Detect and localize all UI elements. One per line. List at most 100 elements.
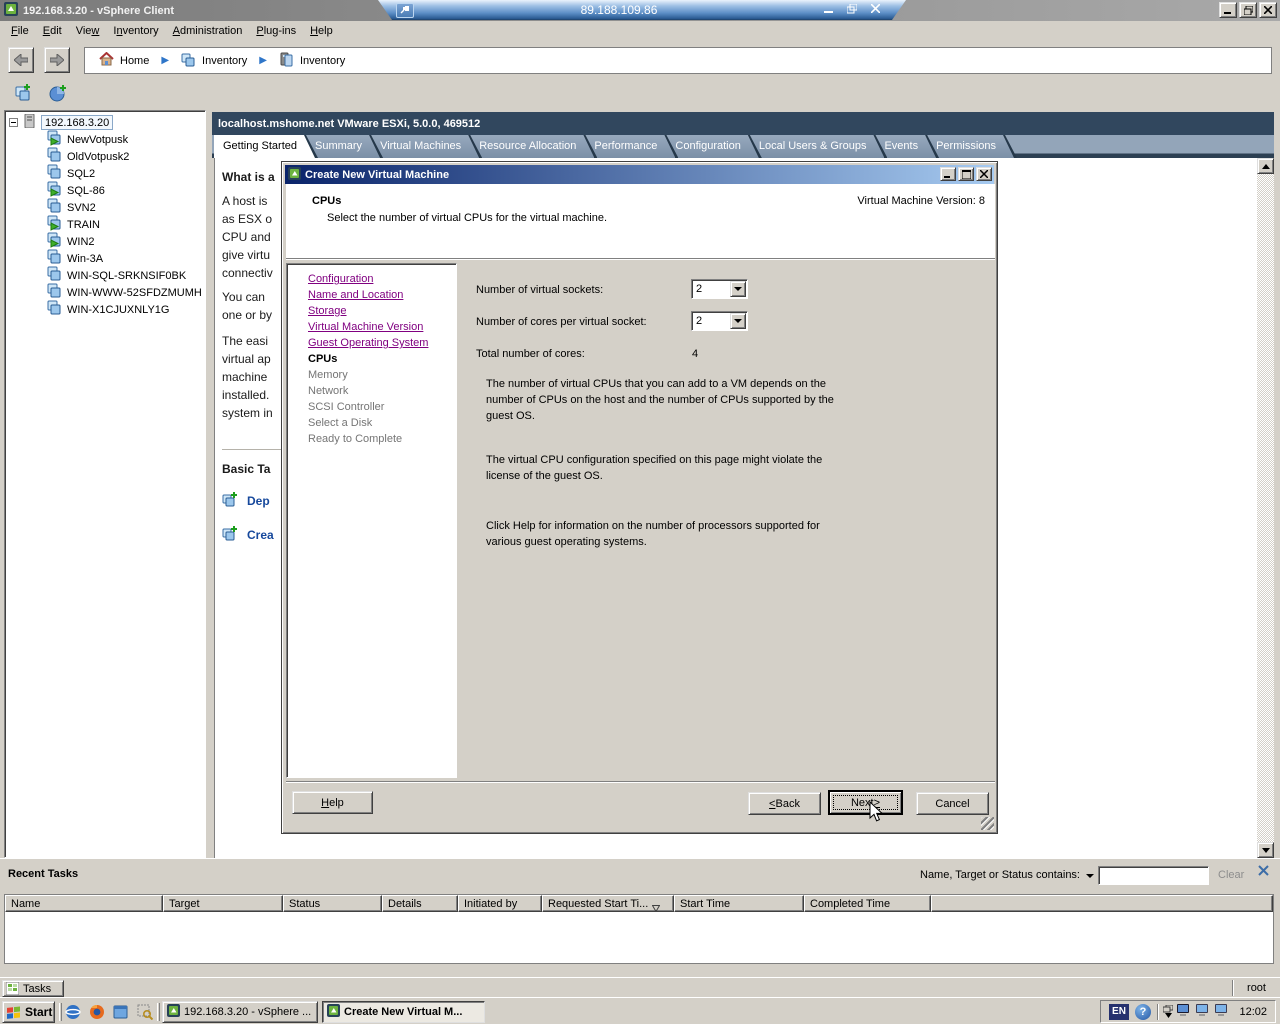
tree-item-win2[interactable]: WIN2 xyxy=(5,232,205,250)
toolbar-grip[interactable] xyxy=(157,1003,160,1021)
hidden-icons-chevron[interactable] xyxy=(1163,1005,1173,1018)
tab-configuration[interactable]: Configuration xyxy=(666,135,761,158)
dialog-close-icon[interactable] xyxy=(976,167,992,181)
menu-item-plug-ins[interactable]: Plug-ins xyxy=(249,23,303,39)
network-status-icon[interactable] xyxy=(1194,1003,1211,1021)
network-status-icon[interactable] xyxy=(1175,1003,1192,1021)
rdp-minimize-icon[interactable] xyxy=(824,4,833,17)
toolbar-grip[interactable] xyxy=(59,1003,62,1021)
menu-item-edit[interactable]: Edit xyxy=(36,23,69,39)
breadcrumb-item-inventory-1[interactable]: Inventory xyxy=(177,52,251,70)
minimize-icon[interactable] xyxy=(1219,2,1237,18)
tree-item-win-3a[interactable]: Win-3A xyxy=(5,249,205,267)
taskbar-window-create-new-virtual-m[interactable]: Create New Virtual M... xyxy=(322,1001,485,1023)
tasks-button[interactable]: Tasks xyxy=(2,980,64,997)
basic-task-link-1[interactable]: Crea xyxy=(222,525,282,544)
wizard-step-storage[interactable]: Storage xyxy=(308,303,456,319)
resize-grip[interactable] xyxy=(981,817,994,830)
breadcrumb-item-inventory-2[interactable]: Inventory xyxy=(275,52,349,70)
tab-resource-allocation[interactable]: Resource Allocation xyxy=(470,135,597,158)
tree-item-svn2[interactable]: SVN2 xyxy=(5,198,205,216)
clear-filter-button[interactable]: Clear xyxy=(1218,869,1244,881)
dialog-header: CPUs Select the number of virtual CPUs f… xyxy=(286,184,995,259)
chevron-down-icon[interactable] xyxy=(1086,874,1094,878)
column-label: Target xyxy=(169,897,200,910)
start-button[interactable]: Start xyxy=(2,1001,55,1023)
breadcrumb-item-home-0[interactable]: Home xyxy=(95,51,153,69)
network-status-icon[interactable] xyxy=(1213,1003,1230,1021)
tree-item-host[interactable]: 192.168.3.20 xyxy=(5,113,205,131)
pin-icon[interactable] xyxy=(396,3,414,18)
menu-item-help[interactable]: Help xyxy=(303,23,340,39)
tree-item-sql2[interactable]: SQL2 xyxy=(5,164,205,182)
tab-getting-started[interactable]: Getting Started xyxy=(214,135,318,158)
dialog-minimize-icon[interactable] xyxy=(940,167,956,181)
dialog-titlebar[interactable]: Create New Virtual Machine xyxy=(285,165,994,184)
basic-task-link-0[interactable]: Dep xyxy=(222,491,282,510)
tree-item-oldvotpusk2[interactable]: OldVotpusk2 xyxy=(5,147,205,165)
column-header-status[interactable]: Status xyxy=(283,895,382,912)
text-line: system in xyxy=(222,406,273,420)
restore-icon[interactable] xyxy=(1239,2,1257,18)
tree-item-newvotpusk[interactable]: NewVotpusk xyxy=(5,130,205,148)
firefox-icon[interactable] xyxy=(88,1003,106,1021)
wizard-step-guest-operating-system[interactable]: Guest Operating System xyxy=(308,335,456,351)
forward-button[interactable] xyxy=(44,47,70,73)
wizard-step-configuration[interactable]: Configuration xyxy=(308,271,456,287)
help-tray-icon[interactable]: ? xyxy=(1135,1003,1151,1020)
close-panel-icon[interactable] xyxy=(1258,865,1272,879)
chevron-down-icon[interactable] xyxy=(730,281,746,297)
wizard-step-virtual-machine-version[interactable]: Virtual Machine Version xyxy=(308,319,456,335)
tree-item-win-sql-srknsif0bk[interactable]: WIN-SQL-SRKNSIF0BK xyxy=(5,266,205,284)
column-header-target[interactable]: Target xyxy=(163,895,283,912)
column-header-details[interactable]: Details xyxy=(382,895,458,912)
help-button[interactable]: Help xyxy=(292,791,373,814)
tab-performance[interactable]: Performance xyxy=(585,135,678,158)
wizard-step-name-and-location[interactable]: Name and Location xyxy=(308,287,456,303)
filter-input[interactable] xyxy=(1098,866,1209,885)
next-button[interactable]: Next > xyxy=(828,790,903,815)
collapse-icon[interactable] xyxy=(9,117,18,127)
tree-item-sql-86[interactable]: SQL-86 xyxy=(5,181,205,199)
back-button[interactable] xyxy=(8,47,34,73)
tree-item-win-x1cjuxnly1g[interactable]: WIN-X1CJUXNLY1G xyxy=(5,300,205,318)
menu-item-view[interactable]: View xyxy=(69,23,107,39)
dialog-maximize-icon[interactable] xyxy=(958,167,974,181)
menu-bar: File Edit View Inventory Administration Plug-… xyxy=(0,21,1280,41)
rdp-restore-icon[interactable] xyxy=(847,4,857,17)
back-button-wizard[interactable]: < Back xyxy=(748,792,821,815)
tab-local-users-groups[interactable]: Local Users & Groups xyxy=(750,135,888,158)
admin-tools-icon[interactable] xyxy=(136,1003,154,1021)
menu-item-file[interactable]: File xyxy=(4,23,36,39)
window-icon[interactable] xyxy=(112,1003,130,1021)
chevron-down-icon[interactable] xyxy=(730,313,746,329)
scroll-down-icon[interactable] xyxy=(1257,842,1274,858)
column-header-completed-time[interactable]: Completed Time xyxy=(804,895,931,912)
sockets-dropdown[interactable]: 2 xyxy=(691,279,748,299)
close-icon[interactable] xyxy=(1259,2,1277,18)
navigation-toolbar: Home ▶ Inventory ▶ Inventory xyxy=(0,41,1280,77)
taskbar-window-192-168-3-20-vsphere[interactable]: 192.168.3.20 - vSphere ... xyxy=(162,1001,318,1023)
rdp-close-icon[interactable] xyxy=(871,4,880,17)
new-vm-icon[interactable] xyxy=(12,81,36,105)
column-header-initiated-by[interactable]: Initiated by xyxy=(458,895,542,912)
column-header-requested-start-ti[interactable]: Requested Start Ti... xyxy=(542,895,674,912)
scroll-up-icon[interactable] xyxy=(1257,158,1274,174)
tree-item-win-www-52sfdzmumh[interactable]: WIN-WWW-52SFDZMUMH xyxy=(5,283,205,301)
new-resource-icon[interactable] xyxy=(46,81,70,105)
column-header-start-time[interactable]: Start Time xyxy=(674,895,804,912)
vertical-scrollbar[interactable] xyxy=(1257,158,1274,858)
tab-virtual-machines[interactable]: Virtual Machines xyxy=(371,135,482,158)
menu-item-inventory[interactable]: Inventory xyxy=(106,23,165,39)
menu-item-administration[interactable]: Administration xyxy=(166,23,250,39)
cancel-button[interactable]: Cancel xyxy=(916,792,989,815)
language-indicator[interactable]: EN xyxy=(1109,1003,1129,1020)
internet-explorer-icon[interactable] xyxy=(64,1003,82,1021)
cores-dropdown[interactable]: 2 xyxy=(691,311,748,331)
tab-summary[interactable]: Summary xyxy=(306,135,383,158)
text-line: one or by xyxy=(222,308,273,322)
tree-item-train[interactable]: TRAIN xyxy=(5,215,205,233)
tab-permissions[interactable]: Permissions xyxy=(927,135,1017,158)
note-help: Click Help for information on the number… xyxy=(486,520,820,548)
column-header-name[interactable]: Name xyxy=(5,895,163,912)
